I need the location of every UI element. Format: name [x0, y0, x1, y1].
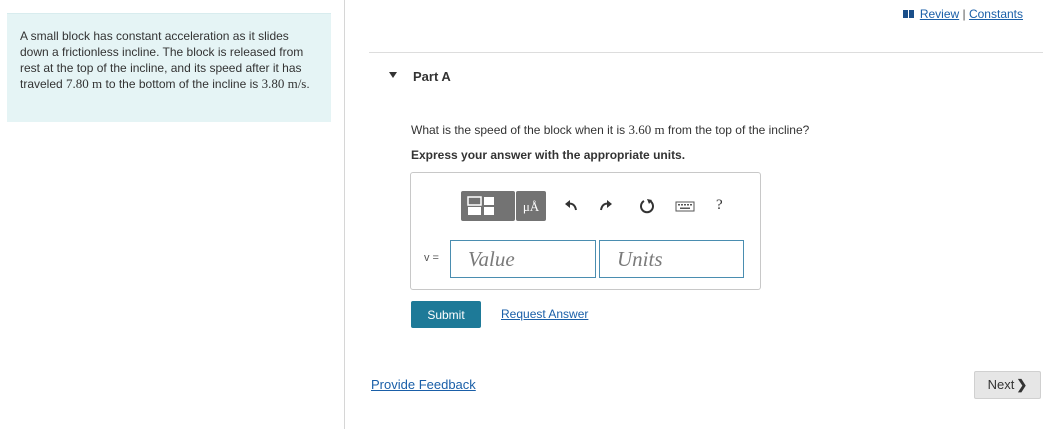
units-input[interactable] [599, 240, 744, 278]
constants-link[interactable]: Constants [969, 7, 1023, 21]
problem-speed: 3.80 m/s [261, 76, 307, 91]
problem-text-middle: to the bottom of the incline is [102, 77, 262, 91]
undo-icon[interactable] [563, 198, 579, 214]
problem-panel: A small block has constant acceleration … [7, 13, 331, 122]
templates-button[interactable] [461, 191, 515, 221]
problem-distance: 7.80 m [66, 76, 103, 91]
review-link[interactable]: Review [920, 7, 959, 21]
book-icon [903, 10, 915, 18]
units-button[interactable]: μÅ [516, 191, 546, 221]
provide-feedback-link[interactable]: Provide Feedback [371, 377, 476, 392]
problem-statement: A small block has constant acceleration … [20, 28, 312, 92]
question-value: 3.60 m [628, 122, 665, 137]
templates-icon [467, 196, 494, 215]
links-separator: | [959, 7, 969, 21]
next-label: Next [987, 377, 1015, 392]
submit-button[interactable]: Submit [411, 301, 481, 328]
keyboard-icon[interactable] [675, 198, 695, 214]
variable-label: v = [424, 252, 439, 264]
reset-icon[interactable] [639, 198, 655, 214]
help-icon[interactable]: ? [716, 197, 723, 214]
next-button[interactable]: Next ❯ [974, 371, 1041, 399]
problem-text-end: . [306, 77, 310, 91]
chevron-right-icon: ❯ [1016, 377, 1028, 392]
part-title[interactable]: Part A [413, 69, 451, 84]
collapse-caret-icon[interactable] [389, 72, 397, 78]
part-divider [369, 52, 1043, 53]
vertical-divider [344, 0, 345, 429]
redo-icon[interactable] [598, 198, 614, 214]
value-input[interactable] [450, 240, 596, 278]
answer-instruction: Express your answer with the appropriate… [411, 148, 686, 162]
answer-box: μÅ ? v = [410, 172, 761, 290]
top-links: Review | Constants [903, 7, 1023, 21]
question-end: from the top of the incline? [664, 123, 810, 137]
question-text: What is the speed of the block when it i… [411, 122, 809, 138]
question-start: What is the speed of the block when it i… [411, 123, 629, 137]
request-answer-link[interactable]: Request Answer [501, 307, 588, 321]
